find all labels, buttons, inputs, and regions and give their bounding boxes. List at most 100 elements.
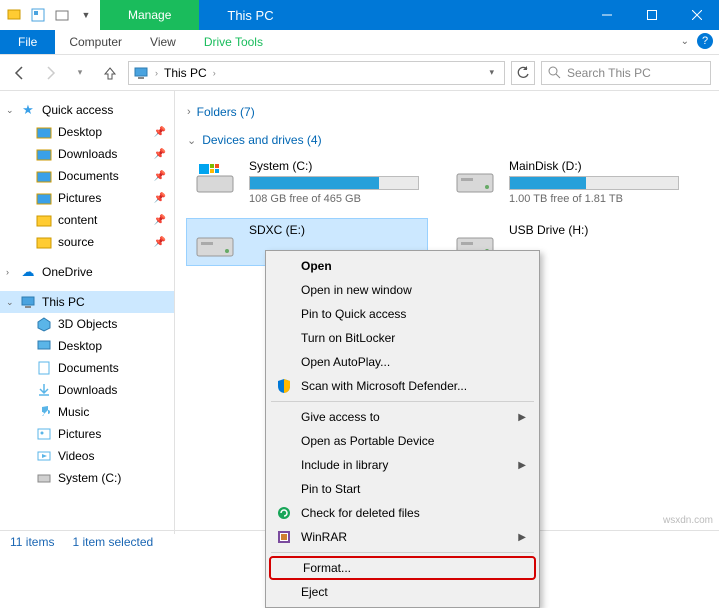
drive-icon xyxy=(451,161,499,197)
maximize-button[interactable] xyxy=(629,0,674,30)
folder-icon xyxy=(36,470,52,486)
sidebar-onedrive[interactable]: › ☁ OneDrive xyxy=(0,261,174,283)
menu-item-open-as-portable-device[interactable]: Open as Portable Device xyxy=(269,429,536,453)
sidebar-item-pictures[interactable]: Pictures xyxy=(0,423,174,445)
menu-item-open-in-new-window[interactable]: Open in new window xyxy=(269,278,536,302)
context-tab-manage[interactable]: Manage xyxy=(100,0,199,30)
search-box[interactable]: Search This PC xyxy=(541,61,711,85)
status-selection: 1 item selected xyxy=(72,535,153,549)
pin-icon: 📌 xyxy=(154,193,166,204)
close-button[interactable] xyxy=(674,0,719,30)
sidebar-item-content[interactable]: content📌 xyxy=(0,209,174,231)
drive-icon xyxy=(191,225,239,261)
sidebar-item-downloads[interactable]: Downloads xyxy=(0,379,174,401)
tab-computer[interactable]: Computer xyxy=(55,30,136,54)
sidebar-item-pictures[interactable]: Pictures📌 xyxy=(0,187,174,209)
expand-icon[interactable]: › xyxy=(6,267,9,277)
winrar-icon xyxy=(275,528,293,546)
recent-locations-button[interactable]: ▾ xyxy=(68,61,92,85)
sidebar-item-videos[interactable]: Videos xyxy=(0,445,174,467)
address-dropdown-icon[interactable]: ▾ xyxy=(483,67,500,78)
drive-name: SDXC (E:) xyxy=(249,223,423,237)
forward-button[interactable] xyxy=(38,61,62,85)
qat-properties-icon[interactable] xyxy=(28,5,48,25)
menu-item-format[interactable]: Format... xyxy=(269,556,536,580)
chevron-down-icon: ⌄ xyxy=(187,134,196,147)
chevron-right-icon: › xyxy=(187,106,191,118)
up-button[interactable] xyxy=(98,61,122,85)
titlebar: ▼ Manage This PC xyxy=(0,0,719,30)
sidebar-item-system-c-[interactable]: System (C:) xyxy=(0,467,174,489)
drive-icon xyxy=(191,161,239,197)
drives-grid: System (C:) 108 GB free of 465 GB MainDi… xyxy=(187,155,707,265)
drive-system-c-[interactable]: System (C:) 108 GB free of 465 GB xyxy=(187,155,427,209)
app-icon xyxy=(4,5,24,25)
expand-icon[interactable]: ⌄ xyxy=(6,297,14,308)
drive-free-text: 1.00 TB free of 1.81 TB xyxy=(509,193,683,205)
menu-item-turn-on-bitlocker[interactable]: Turn on BitLocker xyxy=(269,326,536,350)
capacity-bar xyxy=(509,176,679,190)
sidebar-item-desktop[interactable]: Desktop📌 xyxy=(0,121,174,143)
refresh-button[interactable] xyxy=(511,61,535,85)
menu-item-scan-with-microsoft-defender[interactable]: Scan with Microsoft Defender... xyxy=(269,374,536,398)
sidebar-this-pc[interactable]: ⌄ This PC xyxy=(0,291,174,313)
sidebar-quick-access[interactable]: ⌄ ★ Quick access xyxy=(0,99,174,121)
file-tab[interactable]: File xyxy=(0,30,55,54)
back-button[interactable] xyxy=(8,61,32,85)
sidebar-item-documents[interactable]: Documents xyxy=(0,357,174,379)
menu-item-give-access-to[interactable]: Give access to▶ xyxy=(269,405,536,429)
minimize-button[interactable] xyxy=(584,0,629,30)
breadcrumb[interactable]: This PC xyxy=(164,66,207,80)
sidebar-item-desktop[interactable]: Desktop xyxy=(0,335,174,357)
breadcrumb-separator-icon[interactable]: › xyxy=(155,68,158,78)
sidebar-item-downloads[interactable]: Downloads📌 xyxy=(0,143,174,165)
ribbon-collapse-icon[interactable]: ⌄ xyxy=(681,36,689,47)
drive-name: System (C:) xyxy=(249,159,423,173)
sidebar-item-source[interactable]: source📌 xyxy=(0,231,174,253)
tab-view[interactable]: View xyxy=(136,30,190,54)
address-bar[interactable]: › This PC › ▾ xyxy=(128,61,505,85)
qat-dropdown-icon[interactable]: ▼ xyxy=(76,5,96,25)
pin-icon: 📌 xyxy=(154,127,166,138)
folder-icon xyxy=(36,382,52,398)
folder-icon xyxy=(36,212,52,228)
window-title: This PC xyxy=(199,0,301,30)
drive-free-text: 108 GB free of 465 GB xyxy=(249,193,423,205)
drive-maindisk-d-[interactable]: MainDisk (D:) 1.00 TB free of 1.81 TB xyxy=(447,155,687,209)
folder-icon xyxy=(36,360,52,376)
group-header-folders[interactable]: › Folders (7) xyxy=(187,99,707,127)
menu-item-pin-to-start[interactable]: Pin to Start xyxy=(269,477,536,501)
menu-item-open-autoplay[interactable]: Open AutoPlay... xyxy=(269,350,536,374)
menu-item-pin-to-quick-access[interactable]: Pin to Quick access xyxy=(269,302,536,326)
submenu-arrow-icon: ▶ xyxy=(518,460,526,471)
pc-icon xyxy=(133,65,149,81)
group-header-devices[interactable]: ⌄ Devices and drives (4) xyxy=(187,127,707,155)
sidebar-item-3d-objects[interactable]: 3D Objects xyxy=(0,313,174,335)
search-icon xyxy=(548,66,561,79)
menu-item-eject[interactable]: Eject xyxy=(269,580,536,604)
sidebar-item-music[interactable]: Music xyxy=(0,401,174,423)
context-menu: OpenOpen in new windowPin to Quick acces… xyxy=(265,250,540,608)
folder-icon xyxy=(36,146,52,162)
breadcrumb-separator-icon[interactable]: › xyxy=(213,68,216,78)
menu-item-check-for-deleted-files[interactable]: Check for deleted files xyxy=(269,501,536,525)
pin-icon: 📌 xyxy=(154,171,166,182)
menu-item-open[interactable]: Open xyxy=(269,254,536,278)
status-item-count: 11 items xyxy=(10,535,54,549)
menu-item-winrar[interactable]: WinRAR▶ xyxy=(269,525,536,549)
folder-icon xyxy=(36,190,52,206)
pin-icon: 📌 xyxy=(154,149,166,160)
folder-icon xyxy=(36,426,52,442)
pc-icon xyxy=(20,294,36,310)
menu-item-include-in-library[interactable]: Include in library▶ xyxy=(269,453,536,477)
shield-icon xyxy=(275,377,293,395)
expand-icon[interactable]: ⌄ xyxy=(6,105,14,116)
capacity-bar xyxy=(249,176,419,190)
help-icon[interactable]: ? xyxy=(697,33,713,49)
recuva-icon xyxy=(275,504,293,522)
tab-drive-tools[interactable]: Drive Tools xyxy=(190,30,277,54)
pin-icon: 📌 xyxy=(154,237,166,248)
sidebar-item-documents[interactable]: Documents📌 xyxy=(0,165,174,187)
navigation-pane: ⌄ ★ Quick access Desktop📌Downloads📌Docum… xyxy=(0,91,175,534)
qat-new-folder-icon[interactable] xyxy=(52,5,72,25)
